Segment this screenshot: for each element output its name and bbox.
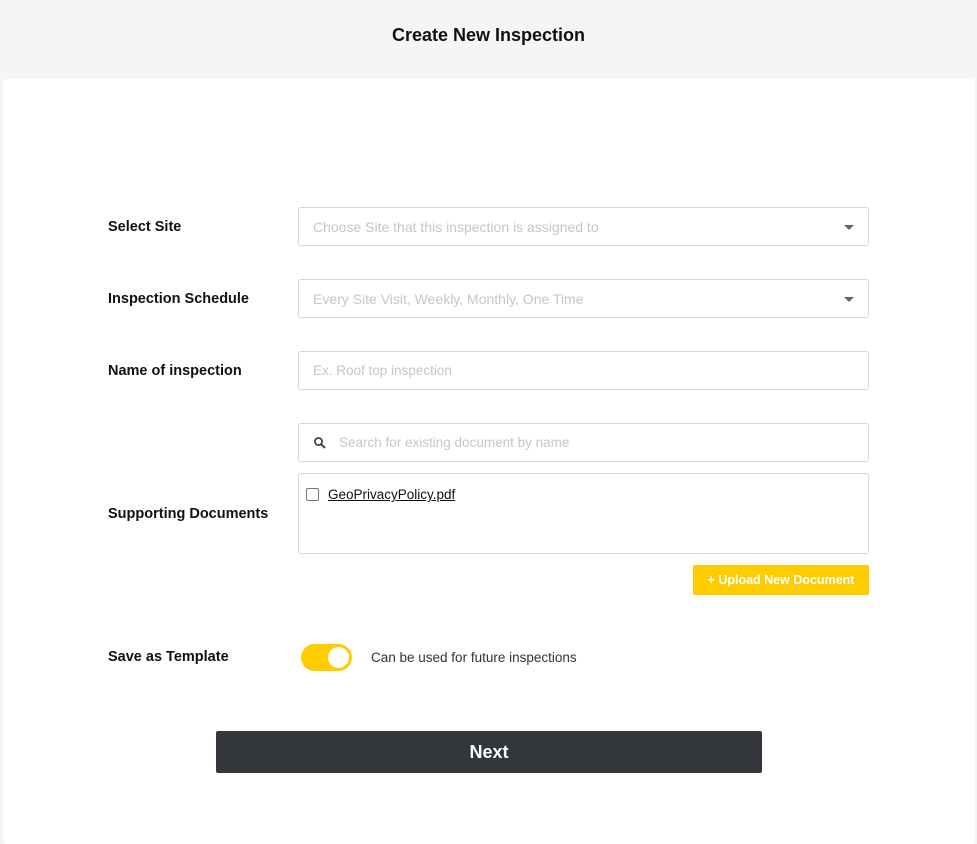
document-checkbox[interactable] — [306, 488, 319, 501]
inspection-schedule-label: Inspection Schedule — [108, 291, 249, 307]
inspection-name-placeholder: Ex. Roof top inspection — [313, 363, 452, 378]
document-list: GeoPrivacyPolicy.pdf — [298, 473, 869, 554]
save-template-caption: Can be used for future inspections — [371, 650, 577, 665]
inspection-schedule-placeholder: Every Site Visit, Weekly, Monthly, One T… — [313, 290, 584, 307]
page-title: Create New Inspection — [391, 24, 586, 45]
chevron-down-icon — [844, 297, 854, 302]
save-template-label: Save as Template — [108, 649, 229, 665]
toggle-knob — [328, 647, 349, 668]
save-template-toggle[interactable] — [301, 644, 352, 671]
document-link[interactable]: GeoPrivacyPolicy.pdf — [328, 487, 455, 502]
supporting-documents-label: Supporting Documents — [108, 506, 269, 522]
form-card: Select Site Choose Site that this inspec… — [3, 79, 975, 844]
select-site-placeholder: Choose Site that this inspection is assi… — [313, 218, 599, 235]
inspection-name-input[interactable]: Ex. Roof top inspection — [298, 351, 869, 390]
document-search-input[interactable]: Search for existing document by name — [298, 423, 869, 462]
select-site-dropdown[interactable]: Choose Site that this inspection is assi… — [298, 207, 869, 246]
document-search-placeholder: Search for existing document by name — [339, 435, 570, 450]
search-icon — [313, 436, 327, 450]
upload-document-button[interactable]: + Upload New Document — [693, 565, 869, 595]
page-header: Create New Inspection — [0, 0, 977, 78]
inspection-name-label: Name of inspection — [108, 363, 242, 379]
chevron-down-icon — [844, 225, 854, 230]
next-button[interactable]: Next — [216, 731, 762, 773]
select-site-label: Select Site — [108, 219, 182, 235]
document-list-item: GeoPrivacyPolicy.pdf — [306, 487, 455, 502]
inspection-schedule-dropdown[interactable]: Every Site Visit, Weekly, Monthly, One T… — [298, 279, 869, 318]
